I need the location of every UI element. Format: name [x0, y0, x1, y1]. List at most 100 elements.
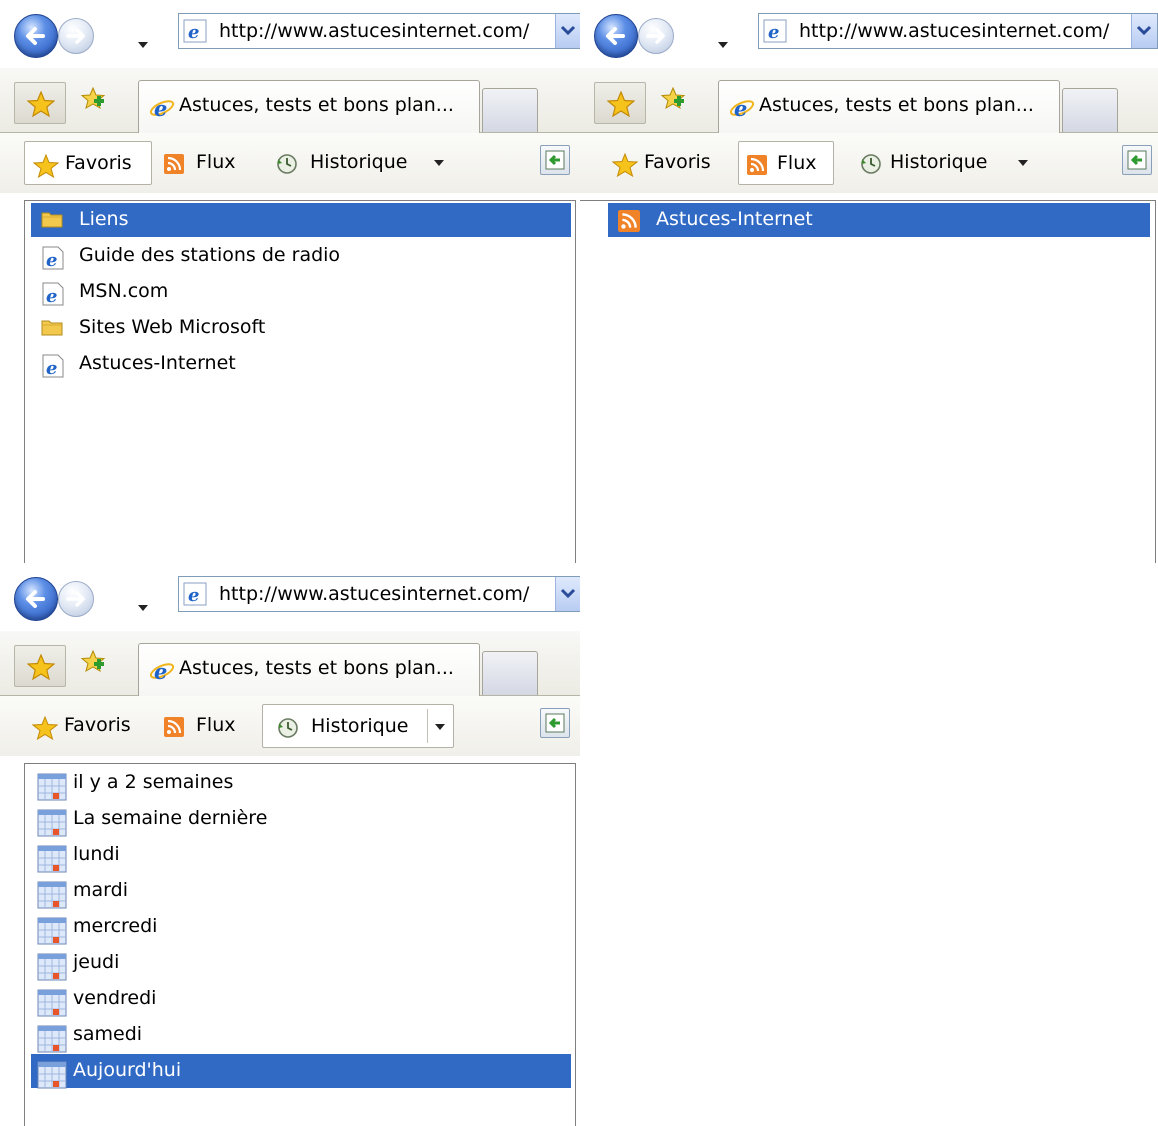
chevron-down-icon [1136, 25, 1152, 36]
new-tab-button[interactable] [482, 88, 538, 132]
svg-text:e: e [768, 22, 779, 43]
svg-text:e: e [154, 96, 167, 121]
list-item[interactable]: lundi [31, 838, 571, 873]
address-bar[interactable]: e http://www.astucesinternet.com/ [758, 13, 1158, 49]
ie-page-icon: e [183, 19, 207, 43]
list-item-label: Guide des stations de radio [79, 244, 341, 266]
address-bar[interactable]: e http://www.astucesinternet.com/ [178, 13, 580, 49]
list-item[interactable]: e Guide des stations de radio [31, 239, 571, 273]
list-item[interactable]: vendredi [31, 982, 571, 1017]
tab-bar: e Astuces, tests et bons plan... [580, 68, 1158, 133]
forward-button[interactable] [58, 581, 94, 617]
favorites-tab-button[interactable]: Favoris [604, 141, 714, 185]
new-tab-button[interactable] [482, 651, 538, 695]
ie-page-icon: e [183, 582, 207, 606]
add-to-favorites-button[interactable] [80, 649, 106, 680]
back-button[interactable] [14, 14, 58, 58]
pin-center-button[interactable] [540, 708, 570, 738]
feeds-tab-button[interactable]: Flux [738, 141, 834, 185]
history-list: il y a 2 semaines La semaine dernière lu… [24, 763, 576, 1126]
favorites-center-button[interactable] [14, 82, 66, 124]
list-item[interactable]: mercredi [31, 910, 571, 945]
list-item[interactable]: Sites Web Microsoft [31, 311, 571, 345]
list-item-label: La semaine dernière [73, 807, 268, 829]
favorites-star-icon [31, 715, 59, 745]
favorites-center-button[interactable] [594, 82, 646, 124]
list-item[interactable]: jeudi [31, 946, 571, 981]
rss-icon [618, 210, 640, 232]
list-item[interactable]: La semaine dernière [31, 802, 571, 837]
new-tab-button[interactable] [1062, 88, 1118, 132]
list-item[interactable]: Aujourd'hui [31, 1054, 571, 1089]
history-tab-button[interactable]: Historique [262, 704, 454, 748]
ie-page-icon: e [763, 19, 787, 43]
navigation-bar: e http://www.astucesinternet.com/ [0, 0, 580, 68]
feeds-tab-button[interactable]: Flux [156, 704, 256, 748]
list-item-label: il y a 2 semaines [73, 771, 234, 793]
list-item[interactable]: Astuces-Internet [608, 203, 1150, 237]
favorites-star-icon [26, 90, 56, 122]
recent-pages-dropdown[interactable] [138, 42, 148, 48]
back-button[interactable] [594, 14, 638, 58]
browser-tab[interactable]: e Astuces, tests et bons plan... [718, 80, 1060, 133]
favorites-center-button[interactable] [14, 645, 66, 687]
favorites-center-toolbar: Favoris Flux Historique [0, 696, 580, 756]
address-dropdown-button[interactable] [555, 14, 580, 48]
list-item[interactable]: e Astuces-Internet [31, 347, 571, 381]
forward-arrow-icon [66, 591, 85, 607]
favorites-panel-screenshot: e http://www.astucesinternet.com/ e Astu… [0, 0, 580, 563]
list-item[interactable]: il y a 2 semaines [31, 766, 571, 801]
folder-icon [41, 210, 63, 228]
favorites-tab-button[interactable]: Favoris [24, 704, 136, 748]
tab-bar: e Astuces, tests et bons plan... [0, 68, 580, 133]
forward-arrow-icon [66, 28, 85, 44]
history-view-dropdown[interactable] [434, 160, 444, 166]
back-button[interactable] [14, 577, 58, 621]
forward-button[interactable] [58, 18, 94, 54]
history-tab-button[interactable]: Historique [852, 141, 1032, 185]
pin-center-button[interactable] [1122, 145, 1152, 175]
feeds-tab-button[interactable]: Flux [156, 141, 256, 185]
address-dropdown-button[interactable] [1131, 14, 1157, 48]
feeds-label: Flux [196, 714, 236, 736]
history-view-dropdown[interactable] [1018, 160, 1028, 166]
recent-pages-dropdown[interactable] [138, 605, 148, 611]
svg-text:e: e [188, 585, 199, 606]
history-clock-icon [276, 153, 298, 180]
calendar-icon [37, 917, 67, 945]
list-item-label: MSN.com [79, 280, 169, 302]
address-bar[interactable]: e http://www.astucesinternet.com/ [178, 576, 580, 612]
add-to-favorites-button[interactable] [660, 86, 686, 117]
add-to-favorites-button[interactable] [80, 86, 106, 117]
history-view-dropdown[interactable] [435, 724, 445, 730]
history-tab-button[interactable]: Historique [268, 141, 458, 185]
chevron-down-icon [560, 25, 576, 36]
navigation-bar: e http://www.astucesinternet.com/ [0, 563, 580, 631]
list-item[interactable]: samedi [31, 1018, 571, 1053]
ie-logo-icon: e [149, 95, 175, 126]
forward-button[interactable] [638, 18, 674, 54]
recent-pages-dropdown[interactable] [718, 42, 728, 48]
forward-arrow-icon [646, 28, 665, 44]
list-item[interactable]: mardi [31, 874, 571, 909]
svg-text:e: e [46, 250, 57, 270]
feeds-list: Astuces-Internet [580, 200, 1156, 563]
calendar-icon [37, 1061, 67, 1089]
calendar-icon [37, 845, 67, 873]
list-item-label: samedi [73, 1023, 143, 1045]
browser-tab[interactable]: e Astuces, tests et bons plan... [138, 643, 480, 696]
list-item[interactable]: Liens [31, 203, 571, 237]
calendar-icon [37, 989, 67, 1017]
add-favorite-star-icon [80, 86, 106, 110]
pin-center-button[interactable] [540, 145, 570, 175]
browser-tab[interactable]: e Astuces, tests et bons plan... [138, 80, 480, 133]
history-dropdown-divider [427, 709, 428, 743]
feeds-panel-screenshot: e http://www.astucesinternet.com/ e Astu… [580, 0, 1158, 563]
list-item-label: lundi [73, 843, 120, 865]
feeds-label: Flux [777, 152, 817, 174]
rss-icon [164, 717, 184, 742]
favorites-tab-button[interactable]: Favoris [24, 141, 152, 185]
svg-text:e: e [46, 286, 57, 306]
list-item[interactable]: e MSN.com [31, 275, 571, 309]
address-dropdown-button[interactable] [555, 577, 580, 611]
